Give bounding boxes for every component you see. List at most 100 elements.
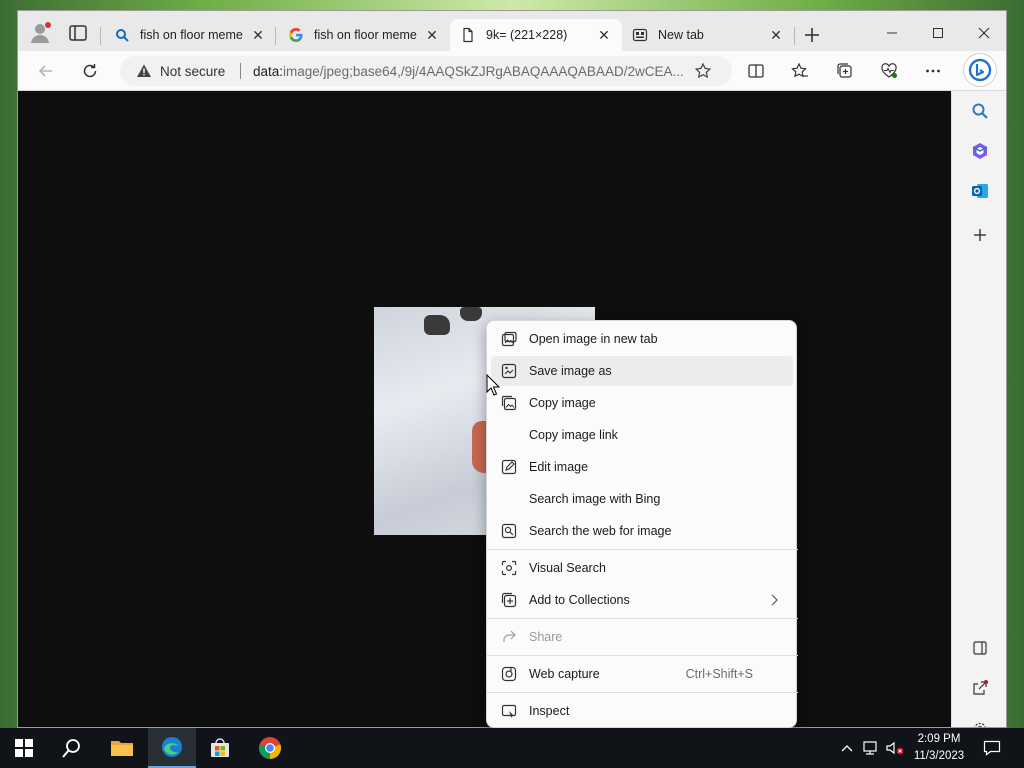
refresh-icon bbox=[83, 64, 97, 78]
office-icon bbox=[972, 143, 988, 159]
profile-icon[interactable] bbox=[26, 19, 54, 47]
network-tray-button[interactable] bbox=[860, 728, 882, 768]
menu-item-label: Visual Search bbox=[529, 561, 606, 575]
menu-item-add-to-collections[interactable]: Add to Collections bbox=[491, 585, 793, 615]
taskbar-chrome[interactable] bbox=[246, 728, 294, 768]
sidebar-settings-button[interactable] bbox=[968, 717, 992, 727]
back-button[interactable] bbox=[34, 59, 58, 83]
close-icon[interactable]: ✕ bbox=[250, 27, 266, 43]
taskbar-file-explorer[interactable] bbox=[98, 728, 146, 768]
visual-search-icon bbox=[501, 560, 517, 576]
settings-more-button[interactable] bbox=[921, 59, 945, 83]
close-icon[interactable]: ✕ bbox=[768, 27, 784, 43]
menu-separator bbox=[487, 692, 798, 693]
chrome-icon bbox=[258, 737, 282, 759]
menu-item-label: Save image as bbox=[529, 364, 612, 378]
start-button[interactable] bbox=[0, 728, 48, 768]
close-icon[interactable]: ✕ bbox=[596, 27, 612, 43]
tab-title: 9k= (221×228) bbox=[486, 28, 568, 42]
sidebar-add-button[interactable] bbox=[968, 223, 992, 247]
sidebar-hide-button[interactable] bbox=[968, 636, 992, 660]
menu-item-edit-image[interactable]: Edit image bbox=[491, 452, 793, 482]
favorites-button[interactable] bbox=[788, 59, 812, 83]
page-content bbox=[18, 91, 951, 727]
menu-item-search-web-image[interactable]: Search the web for image bbox=[491, 516, 793, 546]
more-icon bbox=[926, 69, 940, 73]
collections-icon bbox=[837, 63, 852, 78]
address-bar[interactable]: Not secure data:image/jpeg;base64,/9j/4A… bbox=[120, 56, 732, 86]
menu-item-save-image-as[interactable]: Save image as bbox=[491, 356, 793, 386]
inspect-icon bbox=[501, 703, 517, 719]
tab-google-fish[interactable]: fish on floor meme ✕ bbox=[278, 19, 450, 51]
minimize-button[interactable] bbox=[880, 21, 904, 45]
sidebar-search-button[interactable] bbox=[968, 99, 992, 123]
close-icon[interactable]: ✕ bbox=[424, 27, 440, 43]
url-scheme: data: bbox=[253, 64, 284, 79]
split-screen-button[interactable] bbox=[744, 59, 768, 83]
tab-new-tab[interactable]: New tab ✕ bbox=[622, 19, 794, 51]
chevron-right-icon bbox=[769, 594, 779, 606]
image-detail bbox=[424, 315, 450, 335]
volume-muted-icon bbox=[886, 741, 904, 755]
taskbar-clock[interactable]: 2:09 PM 11/3/2023 bbox=[904, 731, 974, 765]
menu-item-search-image-bing[interactable]: Search image with Bing bbox=[491, 484, 793, 514]
menu-item-inspect[interactable]: Inspect bbox=[491, 696, 793, 726]
gear-icon bbox=[974, 722, 986, 727]
maximize-icon bbox=[933, 28, 943, 38]
menu-item-share[interactable]: Share bbox=[491, 622, 793, 652]
taskbar-store[interactable] bbox=[196, 728, 244, 768]
tab-title: New tab bbox=[658, 28, 704, 42]
show-hidden-icons-button[interactable] bbox=[838, 728, 856, 768]
new-tab-page-icon bbox=[632, 27, 648, 43]
external-link-icon bbox=[973, 680, 988, 695]
menu-item-label: Inspect bbox=[529, 704, 570, 718]
open-in-new-tab-icon bbox=[501, 331, 517, 347]
clock-time: 2:09 PM bbox=[917, 733, 961, 745]
maximize-button[interactable] bbox=[926, 21, 950, 45]
image-context-menu: Open image in new tab Save image as Copy… bbox=[486, 320, 798, 728]
refresh-button[interactable] bbox=[78, 59, 102, 83]
copy-image-icon bbox=[501, 395, 517, 411]
browser-essentials-button[interactable] bbox=[877, 59, 901, 83]
new-tab-button[interactable] bbox=[802, 25, 822, 45]
url-text[interactable]: data:image/jpeg;base64,/9j/4AAQSkZJRgABA… bbox=[253, 64, 684, 79]
close-window-button[interactable] bbox=[972, 21, 996, 45]
taskbar-edge[interactable] bbox=[148, 728, 196, 768]
tab-strip: fish on floor meme ✕ fish on floor meme … bbox=[18, 11, 1006, 51]
menu-item-open-image-new-tab[interactable]: Open image in new tab bbox=[491, 324, 793, 354]
chevron-up-icon bbox=[841, 745, 853, 752]
file-explorer-icon bbox=[111, 741, 133, 756]
bing-chat-button[interactable] bbox=[964, 54, 996, 86]
tab-search-fish[interactable]: fish on floor meme ✕ bbox=[104, 19, 276, 51]
sidebar-copilot-button[interactable] bbox=[968, 139, 992, 163]
notifications-button[interactable] bbox=[980, 728, 1004, 768]
outlook-icon bbox=[972, 184, 988, 198]
menu-item-web-capture[interactable]: Web capture Ctrl+Shift+S bbox=[491, 659, 793, 689]
collections-button[interactable] bbox=[833, 59, 857, 83]
menu-item-copy-image-link[interactable]: Copy image link bbox=[491, 420, 793, 450]
store-icon bbox=[211, 738, 229, 757]
tab-image-active[interactable]: 9k= (221×228) ✕ bbox=[450, 19, 622, 51]
menu-item-copy-image[interactable]: Copy image bbox=[491, 388, 793, 418]
url-rest: image/jpeg;base64,/9j/4AAQSkZJRgABAQAAAQ… bbox=[283, 64, 684, 79]
menu-separator bbox=[487, 618, 798, 619]
tab-actions-icon[interactable] bbox=[66, 21, 90, 45]
collections-icon bbox=[501, 592, 517, 608]
share-icon bbox=[501, 629, 517, 645]
warning-icon[interactable] bbox=[136, 63, 152, 79]
tab-separator bbox=[100, 27, 101, 45]
tab-title: fish on floor meme bbox=[314, 28, 417, 42]
volume-tray-button[interactable] bbox=[884, 728, 906, 768]
sidebar-panel-icon bbox=[973, 641, 987, 655]
sidebar-external-button[interactable] bbox=[968, 676, 992, 700]
menu-item-visual-search[interactable]: Visual Search bbox=[491, 553, 793, 583]
taskbar-search-button[interactable] bbox=[48, 728, 96, 768]
tab-title: fish on floor meme bbox=[140, 28, 243, 42]
address-toolbar: Not secure data:image/jpeg;base64,/9j/4A… bbox=[18, 51, 1006, 91]
edge-icon bbox=[162, 737, 182, 757]
menu-item-label: Copy image link bbox=[529, 428, 618, 442]
favorite-star-icon[interactable] bbox=[694, 62, 712, 80]
menu-item-shortcut: Ctrl+Shift+S bbox=[685, 667, 753, 681]
security-status[interactable]: Not secure bbox=[160, 64, 225, 79]
sidebar-outlook-button[interactable] bbox=[968, 179, 992, 203]
